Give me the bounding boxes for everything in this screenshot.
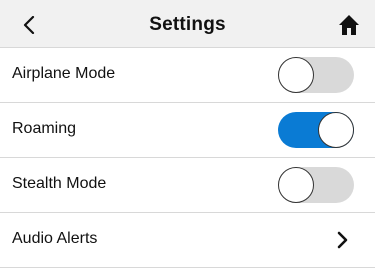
- row-label: Audio Alerts: [12, 230, 98, 247]
- airplane-mode-toggle[interactable]: [278, 57, 354, 93]
- home-icon: [339, 15, 359, 35]
- chevron-right-icon: [337, 231, 348, 249]
- row-label: Stealth Mode: [12, 175, 107, 192]
- header-bar: Settings: [0, 0, 375, 48]
- home-button[interactable]: [332, 9, 366, 41]
- stealth-mode-toggle[interactable]: [278, 167, 354, 203]
- toggle-knob: [278, 167, 314, 203]
- settings-row-airplane-mode: Airplane Mode: [0, 48, 375, 103]
- toggle-knob: [318, 112, 354, 148]
- settings-screen: Settings Airplane Mode Roaming Stealth M…: [0, 0, 375, 276]
- roaming-toggle[interactable]: [278, 112, 354, 148]
- settings-row-stealth-mode: Stealth Mode: [0, 158, 375, 213]
- page-title: Settings: [149, 14, 226, 35]
- settings-row-audio-alerts[interactable]: Audio Alerts: [0, 213, 375, 268]
- row-label: Airplane Mode: [12, 65, 116, 82]
- row-label: Roaming: [12, 120, 77, 137]
- settings-row-roaming: Roaming: [0, 103, 375, 158]
- toggle-knob: [278, 57, 314, 93]
